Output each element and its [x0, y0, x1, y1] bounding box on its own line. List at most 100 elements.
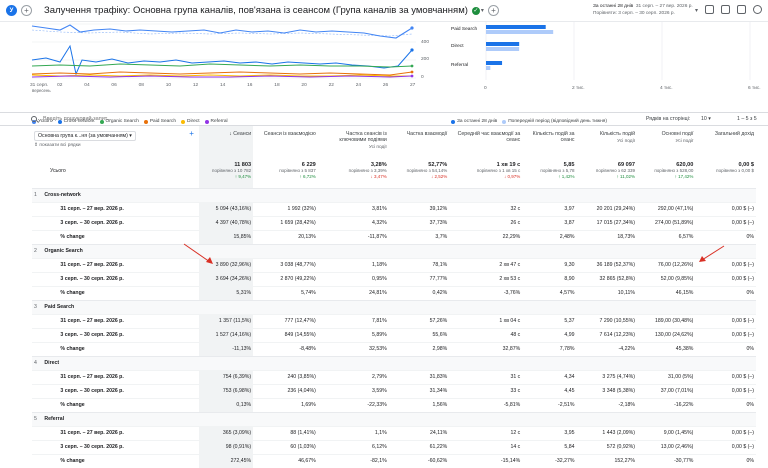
metric-cell: 3,81%	[317, 201, 389, 216]
col-header-avg-engagement[interactable]: Середній час взаємодії за сеанс	[449, 126, 522, 158]
empty-cell	[317, 411, 389, 426]
group-row[interactable]: 3 Paid Search	[32, 299, 756, 314]
metric-cell: 1,1%	[317, 425, 389, 440]
date-prev: 3 серп. – 30 серп. 2026 р.	[618, 10, 675, 16]
metric-cell: 4,32%	[317, 215, 389, 230]
col-header-events-per-session[interactable]: Кількість подій за сеанс	[522, 126, 576, 158]
series-dot	[410, 64, 414, 68]
group-row[interactable]: 4 Direct	[32, 355, 756, 370]
col-header-engaged-sessions[interactable]: Сеанси із взаємодією	[253, 126, 318, 158]
metric-cell: 3,97	[522, 201, 577, 216]
total-cell: 52,77% порівняно з 54,14% ↓ 2,52%	[389, 158, 450, 188]
metric-cell: 274,00 (51,89%)	[636, 215, 696, 230]
rows-per-page-select[interactable]: 10 ▾	[701, 116, 711, 122]
metric-cell: 1 хв 04 с	[449, 313, 523, 328]
row-label: % change	[42, 285, 199, 300]
metric-cell: 0,00 $ (–)	[695, 369, 756, 384]
metric-cell: 4,99	[522, 327, 577, 342]
bars-group	[486, 25, 554, 70]
empty-cell	[253, 243, 318, 258]
bar-current[interactable]	[486, 42, 520, 46]
metric-cell: 1 659 (28,42%)	[253, 215, 318, 230]
row-label: % change	[42, 341, 199, 356]
bar-x-tick: 2 тис.	[572, 85, 585, 91]
insights-icon[interactable]	[753, 5, 762, 14]
empty-cell	[695, 187, 756, 202]
chevron-down-icon[interactable]: ▾	[481, 7, 484, 14]
add-comparison-button[interactable]: +	[21, 5, 32, 16]
show-all-rows-toggle[interactable]: ⇕ показати всі рядки	[34, 143, 197, 149]
metric-cell: 52,00 (9,85%)	[636, 271, 696, 286]
empty-cell	[695, 299, 756, 314]
group-name[interactable]: Referral	[42, 411, 199, 426]
metric-cell: -5,81%	[449, 397, 523, 412]
empty-cell	[636, 187, 696, 202]
row-label: 3 серп. – 30 серп. 2026 р.	[42, 327, 199, 342]
bar-previous[interactable]	[486, 66, 491, 70]
row-index: 3	[32, 299, 43, 314]
group-row[interactable]: 5 Referral	[32, 411, 756, 426]
col-header-key-event-rate[interactable]: Частка сеансів із ключовими подіями Усі п…	[318, 126, 389, 158]
bar-current[interactable]	[486, 61, 503, 65]
empty-cell	[388, 187, 450, 202]
dimension-select[interactable]: Основна група к...ня (за умовчанням) ▾	[34, 131, 136, 141]
bar-current[interactable]	[486, 25, 546, 29]
empty-cell	[317, 187, 389, 202]
x-tick-label: 12	[193, 82, 199, 88]
col-header-event-count[interactable]: Кількість подій Усі події	[576, 126, 637, 158]
metric-cell: 3 275 (4,74%)	[576, 369, 637, 384]
row-label: 31 серп. – 27 вер. 2026 р.	[42, 201, 199, 216]
group-row[interactable]: 1 Cross-network	[32, 187, 756, 202]
metric-cell: 365 (3,09%)	[198, 425, 254, 440]
x-tick-label: 27	[410, 82, 416, 88]
metric-cell: 1 357 (11,5%)	[198, 313, 254, 328]
metric-cell: -16,22%	[636, 397, 696, 412]
data-table: Основна група к...ня (за умовчанням) ▾ +…	[32, 126, 756, 468]
empty-cell	[317, 355, 389, 370]
date-row: 3 серп. – 30 серп. 2026 р. 753 (6,98%) 236…	[32, 383, 756, 398]
table-body: 1 Cross-network 31 серп. – 27 вер. 2026 р.…	[32, 187, 756, 468]
empty-cell	[449, 299, 523, 314]
metric-cell: -2,18%	[576, 397, 637, 412]
add-dimension-button[interactable]: +	[189, 130, 194, 138]
metric-cell: 2,79%	[317, 369, 389, 384]
metric-cell: 152,27%	[576, 453, 637, 468]
edit-icon[interactable]	[705, 5, 714, 14]
date-range-picker[interactable]: За останні 28 днів 31 серп. – 27 вер. 20…	[593, 4, 693, 17]
top-bar: У + Залучення трафіку: Основна група кан…	[0, 0, 768, 22]
change-row: % change 0,13% 1,69% -22,33% 1,56% -5,81% -2,5…	[32, 397, 756, 412]
x-tick-label: 04	[84, 82, 90, 88]
bar-y-tick: 200	[421, 56, 429, 62]
empty-cell	[253, 299, 318, 314]
row-label: 3 серп. – 30 серп. 2026 р.	[42, 439, 199, 454]
date-chevron-icon[interactable]: ▾	[695, 7, 698, 14]
date-current: 31 серп. – 27 вер. 2026 р.	[635, 4, 693, 9]
metric-cell: 0,00 $ (–)	[695, 327, 756, 342]
col-header-key-events[interactable]: Основні події Усі події	[637, 126, 695, 158]
metric-cell: 1,56%	[388, 397, 450, 412]
group-row[interactable]: 2 Organic Search	[32, 243, 756, 258]
property-badge[interactable]: У	[6, 5, 17, 16]
search-input[interactable]	[43, 116, 243, 122]
group-name[interactable]: Organic Search	[42, 243, 199, 258]
bar-previous[interactable]	[486, 47, 520, 51]
row-label: % change	[42, 229, 199, 244]
bar-previous[interactable]	[486, 30, 554, 34]
total-change: ↑ 17,42%	[674, 174, 694, 179]
compare-icon[interactable]	[721, 5, 730, 14]
total-change: ↑ 9,47%	[234, 174, 252, 179]
add-report-button[interactable]: +	[487, 5, 499, 16]
share-icon[interactable]	[737, 5, 746, 14]
metric-cell: 0%	[695, 453, 756, 468]
empty-cell	[522, 299, 577, 314]
group-name[interactable]: Cross-network	[42, 187, 199, 202]
col-header-engagement-rate[interactable]: Частка взаємодії	[389, 126, 450, 158]
metric-cell: 98 (0,91%)	[198, 439, 254, 454]
bar-x-tick: 4 тис.	[660, 85, 673, 91]
col-header-total-revenue[interactable]: Загальний дохід	[695, 126, 756, 158]
col-header-sessions[interactable]: ↓ Сеанси	[198, 126, 254, 158]
total-cell: 0,00 $ порівняно з 0,00 $	[695, 158, 756, 188]
group-name[interactable]: Direct	[42, 355, 199, 370]
data-table-wrap: Основна група к...ня (за умовчанням) ▾ +…	[32, 126, 768, 468]
group-name[interactable]: Paid Search	[42, 299, 199, 314]
